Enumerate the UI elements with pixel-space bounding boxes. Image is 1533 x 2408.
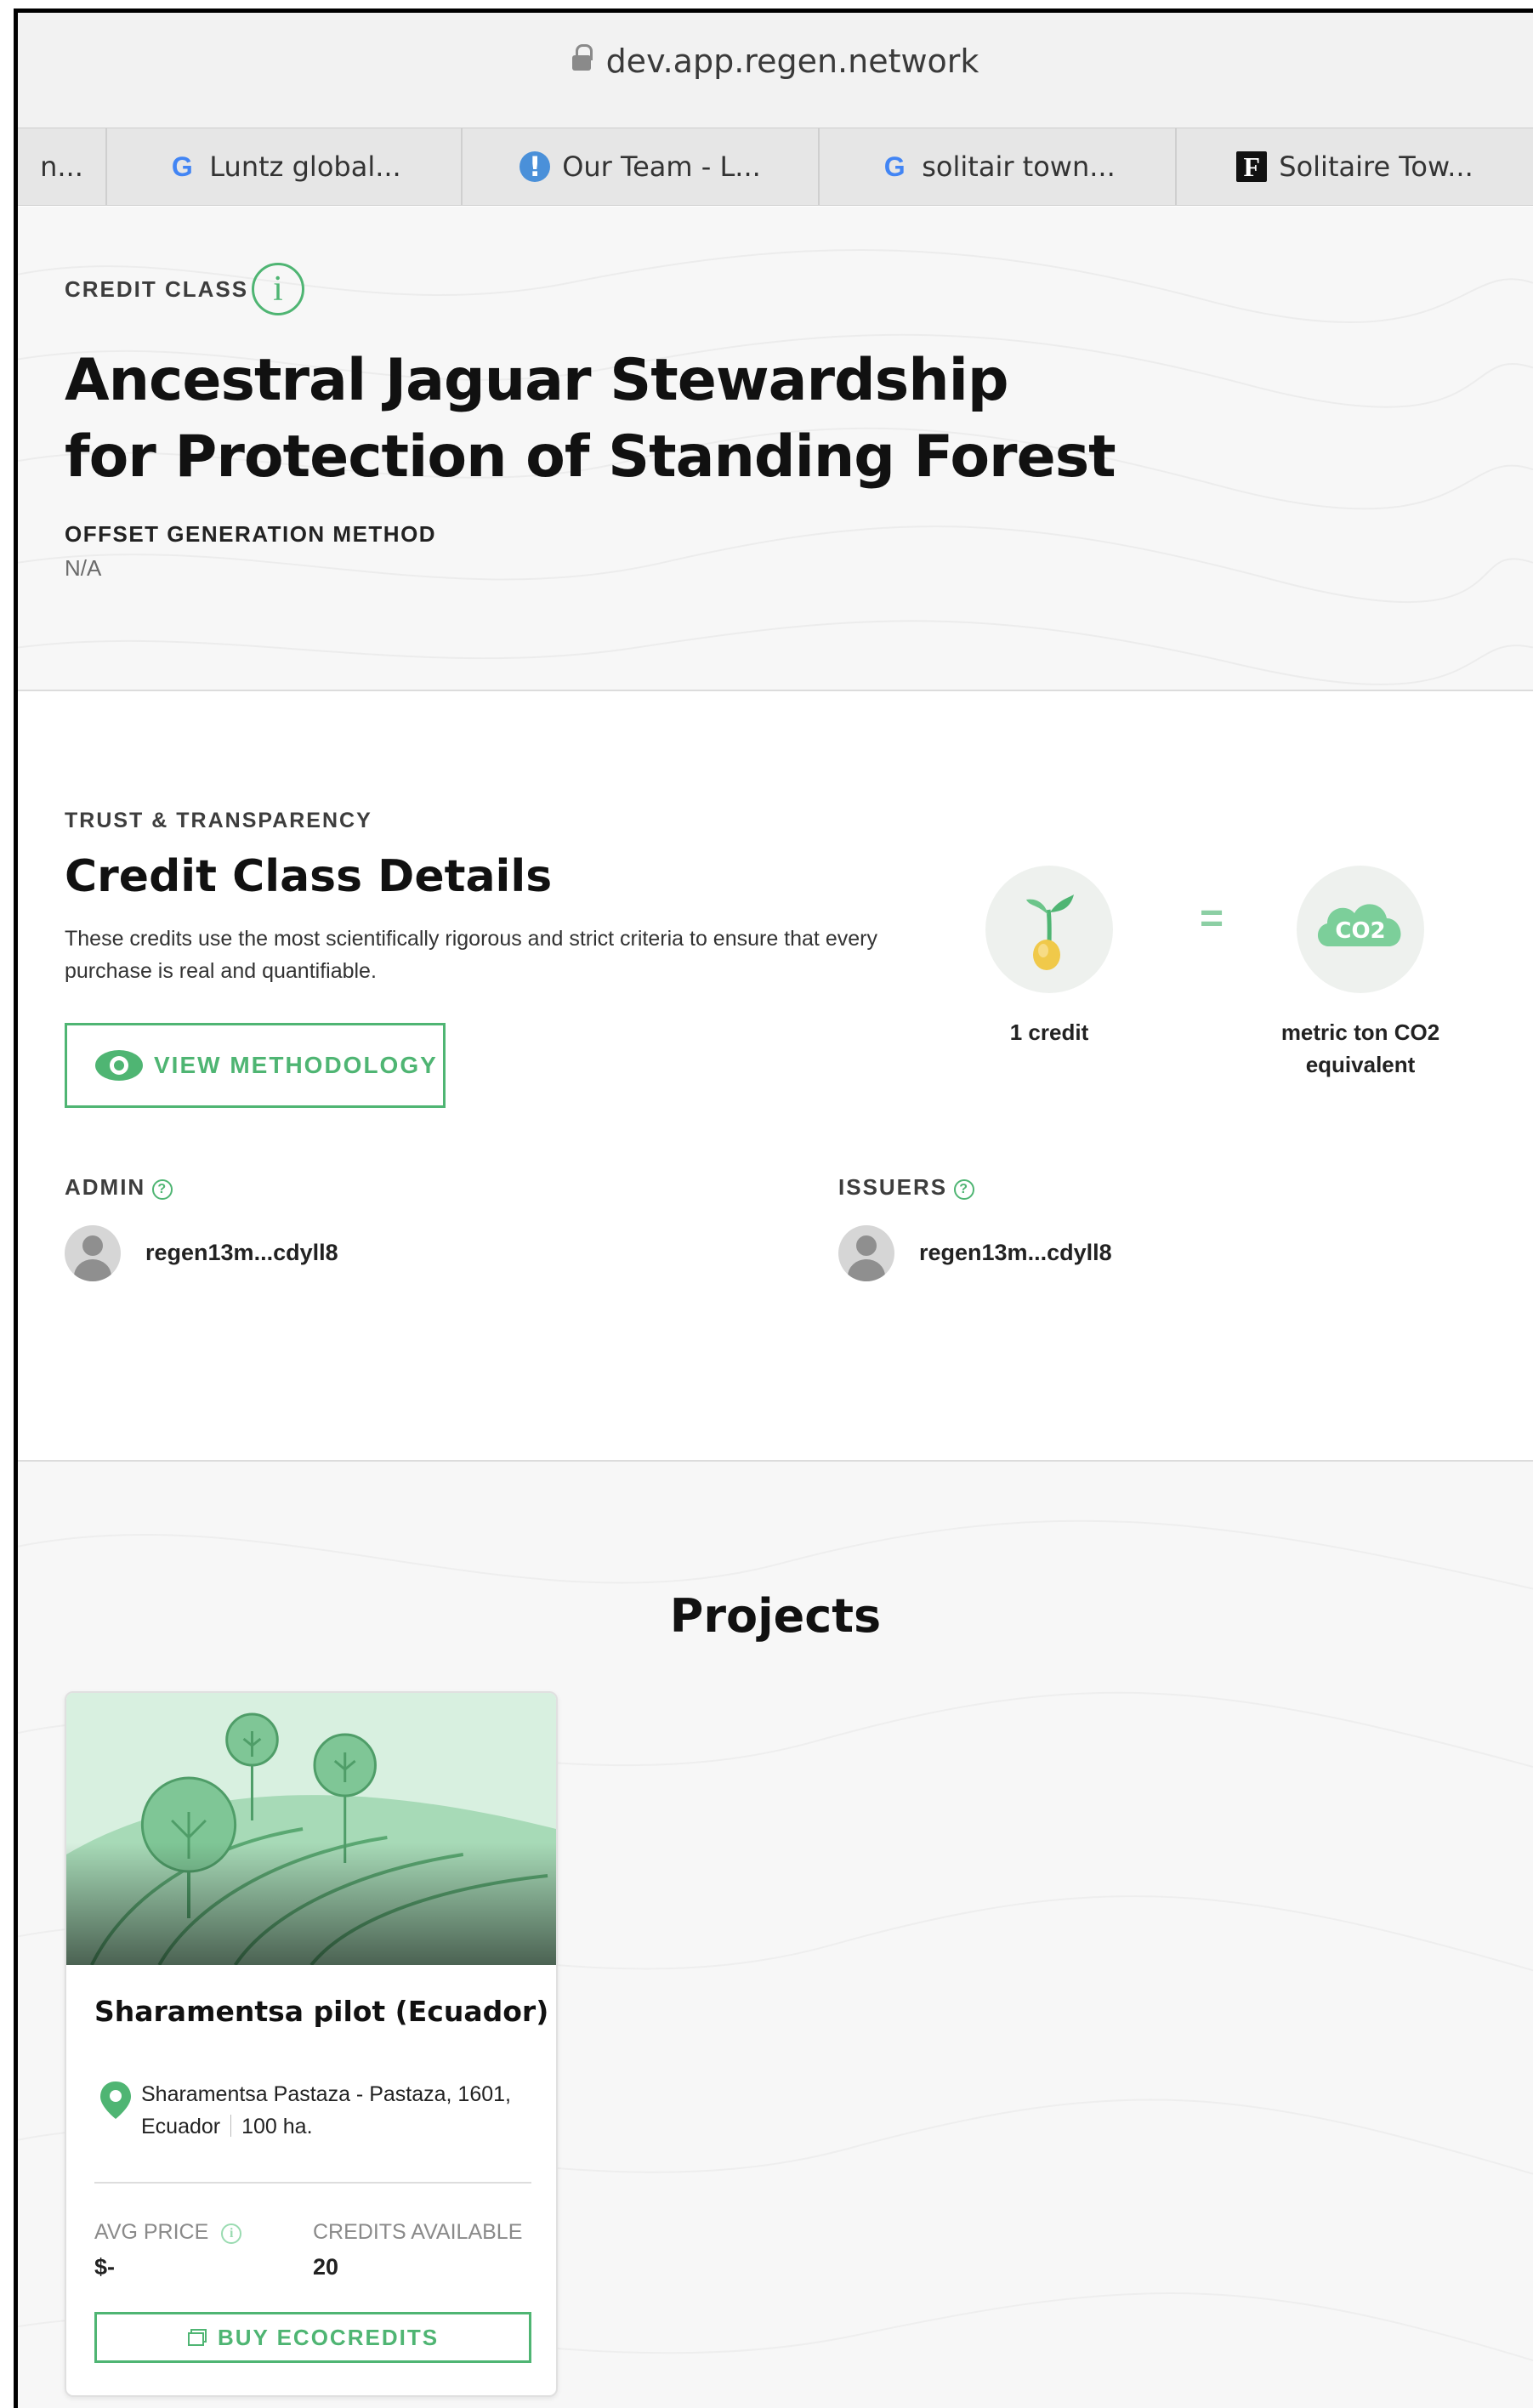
details-title: Credit Class Details <box>65 851 553 902</box>
google-icon: G <box>171 150 193 182</box>
chat-bubble-icon: ! <box>520 150 551 183</box>
page-title-line-1: Ancestral Jaguar Stewardship <box>65 347 1009 414</box>
url-display[interactable]: dev.app.regen.network <box>18 43 1533 80</box>
help-icon[interactable]: ? <box>954 1179 975 1200</box>
project-card[interactable]: Sharamentsa pilot (Ecuador) Sharamentsa … <box>65 1691 558 2397</box>
divider <box>230 2115 232 2137</box>
details-description: These credits use the most scientificall… <box>65 927 877 983</box>
project-image <box>66 1693 556 1965</box>
buy-ecocredits-button[interactable]: BUY ECOCREDITS <box>94 2312 531 2363</box>
project-name[interactable]: Sharamentsa pilot (Ecuador) <box>94 1995 548 2028</box>
buy-ecocredits-label: BUY ECOCREDITS <box>217 2324 440 2350</box>
issuers-label: ISSUERS? <box>838 1174 975 1201</box>
google-icon: G <box>883 150 906 182</box>
equals-sign: = <box>1200 896 1224 941</box>
eye-icon <box>95 1050 143 1081</box>
lock-icon <box>571 44 593 71</box>
help-icon[interactable]: ? <box>152 1179 173 1200</box>
card-divider <box>94 2182 531 2184</box>
page-title-line-2: for Protection of Standing Forest <box>65 423 1116 491</box>
credit-class-eyebrow: CREDIT CLASS <box>65 276 249 302</box>
tab-4[interactable]: F Solitaire Tow... <box>1177 128 1533 205</box>
projects-section: Projects Sharamentsa pilot (Ecuador) Sha… <box>18 1462 1533 2408</box>
tab-3[interactable]: G solitair town... <box>820 128 1177 205</box>
project-location: Sharamentsa Pastaza - Pastaza, 1601, Ecu… <box>141 2078 541 2143</box>
project-area: 100 ha. <box>241 2115 313 2138</box>
admin-address[interactable]: regen13m...cdyll8 <box>145 1240 338 1266</box>
browser-window: dev.app.regen.network n... G Luntz globa… <box>14 9 1533 2408</box>
tab-label: Luntz global... <box>209 150 401 183</box>
credits-available-value: 20 <box>313 2254 339 2280</box>
tab-bar: n... G Luntz global... ! Our Team - L...… <box>18 128 1533 206</box>
tab-2[interactable]: ! Our Team - L... <box>463 128 820 205</box>
tab-label: Solitaire Tow... <box>1279 150 1473 183</box>
cart-icon <box>187 2329 207 2346</box>
tab-label: n... <box>40 150 83 183</box>
offset-method-label: OFFSET GENERATION METHOD <box>65 521 437 547</box>
avg-price-value: $- <box>94 2254 116 2280</box>
admin-label: ADMIN? <box>65 1174 173 1201</box>
info-icon[interactable]: i <box>221 2223 242 2244</box>
details-eyebrow: TRUST & TRANSPARENCY <box>65 809 372 832</box>
credits-available-label: CREDITS AVAILABLE <box>313 2220 523 2244</box>
co2-icon-text: CO2 <box>1335 918 1385 944</box>
metric-ton-caption-line-1: metric ton CO2 <box>1280 1019 1440 1045</box>
one-credit-caption: 1 credit <box>1009 1019 1089 1045</box>
seedling-icon <box>985 866 1113 993</box>
f-logo-icon: F <box>1236 151 1268 182</box>
project-location-text: Sharamentsa Pastaza - Pastaza, 1601, Ecu… <box>141 2082 511 2138</box>
info-icon[interactable]: i <box>252 263 304 315</box>
credit-class-header: CREDIT CLASS i Ancestral Jaguar Stewards… <box>18 207 1533 691</box>
page-title: Ancestral Jaguar Stewardship for Protect… <box>65 343 1170 496</box>
tab-1[interactable]: G Luntz global... <box>107 128 463 205</box>
view-methodology-label: VIEW METHODOLOGY <box>154 1052 438 1078</box>
issuer-avatar <box>838 1225 894 1281</box>
admin-avatar <box>65 1225 121 1281</box>
avg-price-label: AVG PRICE i <box>94 2220 242 2245</box>
credit-class-details: TRUST & TRANSPARENCY Credit Class Detail… <box>18 691 1533 1462</box>
tab-label: solitair town... <box>922 150 1116 183</box>
tab-label: Our Team - L... <box>562 150 761 183</box>
location-pin-icon <box>100 2081 131 2119</box>
address-bar[interactable]: dev.app.regen.network <box>18 13 1533 128</box>
view-methodology-button[interactable]: VIEW METHODOLOGY <box>65 1023 446 1108</box>
issuer-address[interactable]: regen13m...cdyll8 <box>919 1240 1112 1266</box>
projects-title: Projects <box>669 1589 882 1643</box>
metric-ton-caption-line-2: equivalent <box>1305 1052 1416 1077</box>
co2-cloud-icon: CO2 <box>1297 866 1424 993</box>
metric-ton-caption: metric ton CO2 equivalent <box>1250 1016 1471 1081</box>
url-text: dev.app.regen.network <box>605 43 979 80</box>
tab-0[interactable]: n... <box>18 128 107 205</box>
offset-method-value: N/A <box>65 555 102 581</box>
